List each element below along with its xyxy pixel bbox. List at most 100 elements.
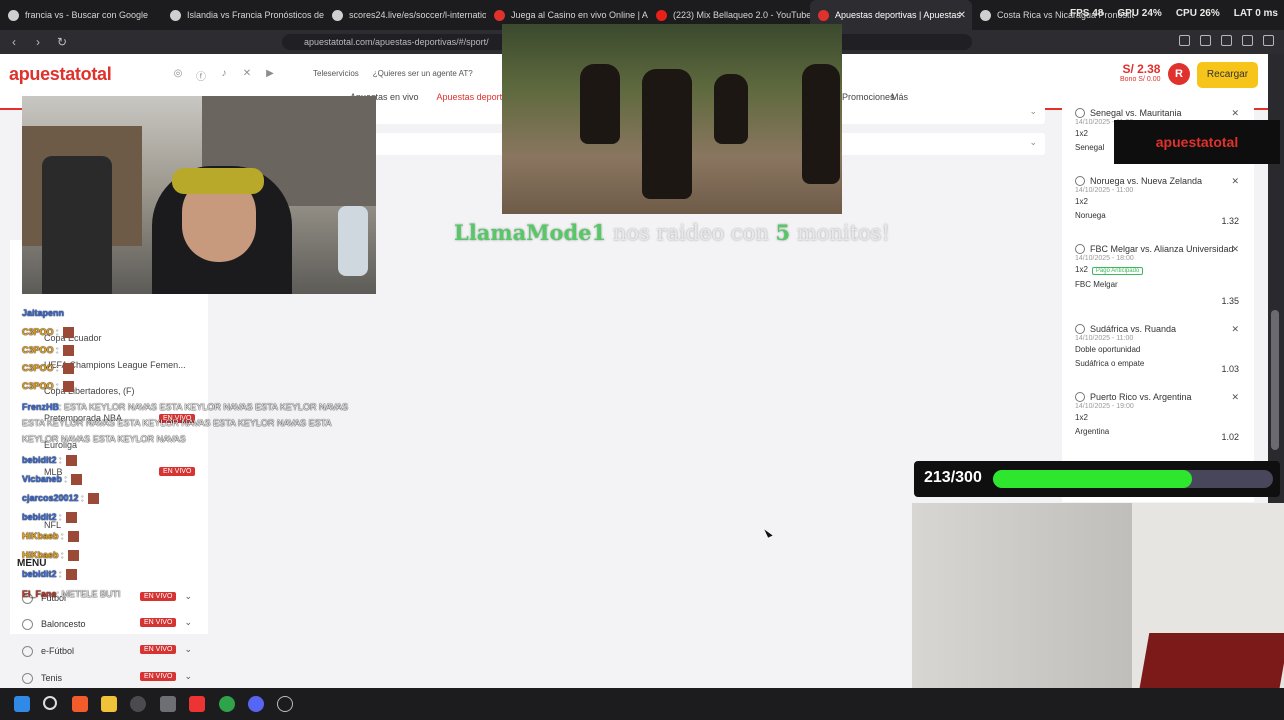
betslip-item[interactable]: Puerto Rico vs. Argentina ✕ 14/10/2025 -…	[1075, 392, 1245, 442]
menu-icon[interactable]	[1263, 35, 1274, 46]
streamer-goggles	[172, 168, 264, 194]
instagram-icon[interactable]: ◎	[172, 68, 184, 80]
tiktok-icon[interactable]: ♪	[218, 68, 230, 80]
site-logo[interactable]: apuestatotal	[9, 64, 112, 85]
emote-icon	[65, 512, 77, 524]
apuestatotal-icon	[818, 9, 829, 21]
chat-username: HiKbaeb	[22, 550, 59, 560]
browser-tab[interactable]: Islandia vs Francia Pronósticos de Fú	[162, 0, 324, 30]
chat-text: :	[64, 474, 67, 484]
live-badge: EN VIVO	[140, 618, 177, 627]
chevron-down-icon[interactable]: ⌄	[184, 591, 192, 602]
live-badge: EN VIVO	[140, 592, 177, 601]
tab-title: (223) Mix Bellaqueo 2.0 - YouTube	[673, 10, 810, 20]
nav-more[interactable]: Más	[891, 92, 908, 102]
chat-text: : METELE BUTI	[56, 589, 121, 599]
search-icon[interactable]	[43, 696, 57, 710]
esports-icon	[22, 645, 33, 657]
tab-title: Islandia vs Francia Pronósticos de Fú	[187, 10, 324, 20]
raid-suffix: monitos!	[796, 221, 890, 245]
match-name: Senegal vs. Mauritania	[1090, 108, 1182, 118]
youtube-icon[interactable]: ▶	[264, 68, 276, 80]
brave-browser-icon[interactable]	[72, 696, 88, 712]
discord-icon[interactable]	[248, 696, 264, 712]
chat-username: FrenzHB	[22, 402, 60, 412]
betslip-item[interactable]: Noruega vs. Nueva Zelanda ✕ 14/10/2025 -…	[1075, 176, 1245, 226]
cpu-stat: CPU 26%	[1175, 8, 1220, 19]
secondary-camera	[912, 503, 1284, 693]
file-explorer-icon[interactable]	[101, 696, 117, 712]
chat-text: :	[56, 345, 59, 355]
betslip-item[interactable]: FBC Melgar vs. Alianza Universidad ✕ 14/…	[1075, 244, 1245, 306]
close-tab-icon[interactable]: ✕	[958, 10, 966, 21]
x-icon[interactable]: ✕	[241, 68, 253, 80]
recargar-button[interactable]: Recargar	[1197, 62, 1258, 88]
chat-username: bebidit2	[22, 512, 57, 522]
tab-title: scores24.live/es/soccer/l-internatio	[349, 10, 486, 20]
tennis-ball-icon	[22, 672, 33, 684]
chat-text: :	[59, 455, 62, 465]
live-badge: EN VIVO	[140, 672, 177, 681]
avatar[interactable]: R	[1168, 63, 1190, 85]
chat-text: : ESTA KEYLOR NAVAS ESTA KEYLOR NAVAS ES…	[59, 402, 349, 412]
app-icon[interactable]	[277, 696, 293, 712]
browser-tab[interactable]: francia vs - Buscar con Google	[0, 0, 162, 30]
chat-message: HiKbaeb :	[22, 531, 79, 543]
nav-promociones[interactable]: Promociones	[842, 92, 895, 102]
raid-alert-video	[502, 24, 842, 214]
facebook-icon[interactable]: ⓕ	[195, 68, 207, 83]
settings-icon[interactable]	[130, 696, 146, 712]
live-badge: EN VIVO	[159, 467, 196, 476]
raider-name: LlamaMode1	[454, 220, 607, 245]
windows-start-icon[interactable]	[14, 696, 30, 712]
chevron-down-icon[interactable]: ⌄	[184, 644, 192, 655]
soccer-ball-icon	[1075, 176, 1085, 186]
emote-icon	[62, 363, 74, 375]
chat-username: C3POO	[22, 327, 54, 337]
reload-icon[interactable]: ↻	[52, 35, 72, 49]
scrollbar-thumb[interactable]	[1271, 310, 1279, 450]
chevron-down-icon[interactable]: ⌄	[184, 671, 192, 682]
chrome-icon[interactable]	[219, 696, 235, 712]
sport-label: e-Fútbol	[41, 646, 75, 656]
remove-bet-icon[interactable]: ✕	[1231, 244, 1239, 255]
video-app-icon[interactable]	[189, 696, 205, 712]
chat-message: Vicbaneb :	[22, 474, 82, 486]
remove-bet-icon[interactable]: ✕	[1231, 324, 1239, 335]
market-name: 1x2	[1075, 197, 1088, 206]
performance-overlay: FPS 48 GPU 24% CPU 26% LAT 0 ms	[1070, 8, 1278, 19]
extension-icon[interactable]	[1179, 35, 1190, 46]
remove-bet-icon[interactable]: ✕	[1231, 392, 1239, 403]
browser-tab[interactable]: scores24.live/es/soccer/l-internatio	[324, 0, 486, 30]
sport-item-efutbol[interactable]: e-Fútbol EN VIVO ⌄	[22, 642, 198, 660]
remove-bet-icon[interactable]: ✕	[1231, 176, 1239, 187]
match-name: Puerto Rico vs. Argentina	[1090, 392, 1192, 402]
betslip-item[interactable]: Sudáfrica vs. Ruanda ✕ 14/10/2025 - 11:0…	[1075, 324, 1245, 374]
chat-message: bebidit2 :	[22, 455, 77, 467]
sport-item-baloncesto[interactable]: Baloncesto EN VIVO ⌄	[22, 615, 198, 633]
music-icon[interactable]	[1200, 35, 1211, 46]
obs-icon[interactable]	[160, 696, 176, 712]
chat-username: HiKbaeb	[22, 531, 59, 541]
browser-toolbar	[1179, 35, 1274, 46]
soccer-ball-icon	[1075, 244, 1085, 254]
chat-text: ESTA KEYLOR NAVAS ESTA KEYLOR NAVAS ESTA…	[22, 418, 332, 428]
sport-item-tenis[interactable]: Tenis EN VIVO ⌄	[22, 669, 198, 687]
back-icon[interactable]: ‹	[4, 35, 24, 49]
match-name: FBC Melgar vs. Alianza Universidad	[1090, 244, 1234, 254]
chat-message: C3POO :	[22, 363, 74, 375]
wallet-icon[interactable]	[1242, 35, 1253, 46]
remove-bet-icon[interactable]: ✕	[1231, 108, 1239, 119]
market-name: 1x2	[1075, 413, 1088, 422]
balance[interactable]: S/ 2.38 Bono S/ 0.00	[1120, 62, 1160, 83]
agente-link[interactable]: ¿Quieres ser un agente AT?	[373, 69, 473, 78]
sidebar-icon[interactable]	[1221, 35, 1232, 46]
chimpanzee	[802, 64, 840, 184]
soccer-ball-icon	[1075, 392, 1085, 402]
chat-message: El_Fane: METELE BUTI	[22, 589, 121, 599]
forward-icon[interactable]: ›	[28, 35, 48, 49]
chat-message: FrenzHB: ESTA KEYLOR NAVAS ESTA KEYLOR N…	[22, 402, 348, 412]
teleservicios-link[interactable]: Teleservicios	[313, 69, 359, 78]
chevron-down-icon[interactable]: ⌄	[184, 617, 192, 628]
emote-icon	[65, 569, 77, 581]
